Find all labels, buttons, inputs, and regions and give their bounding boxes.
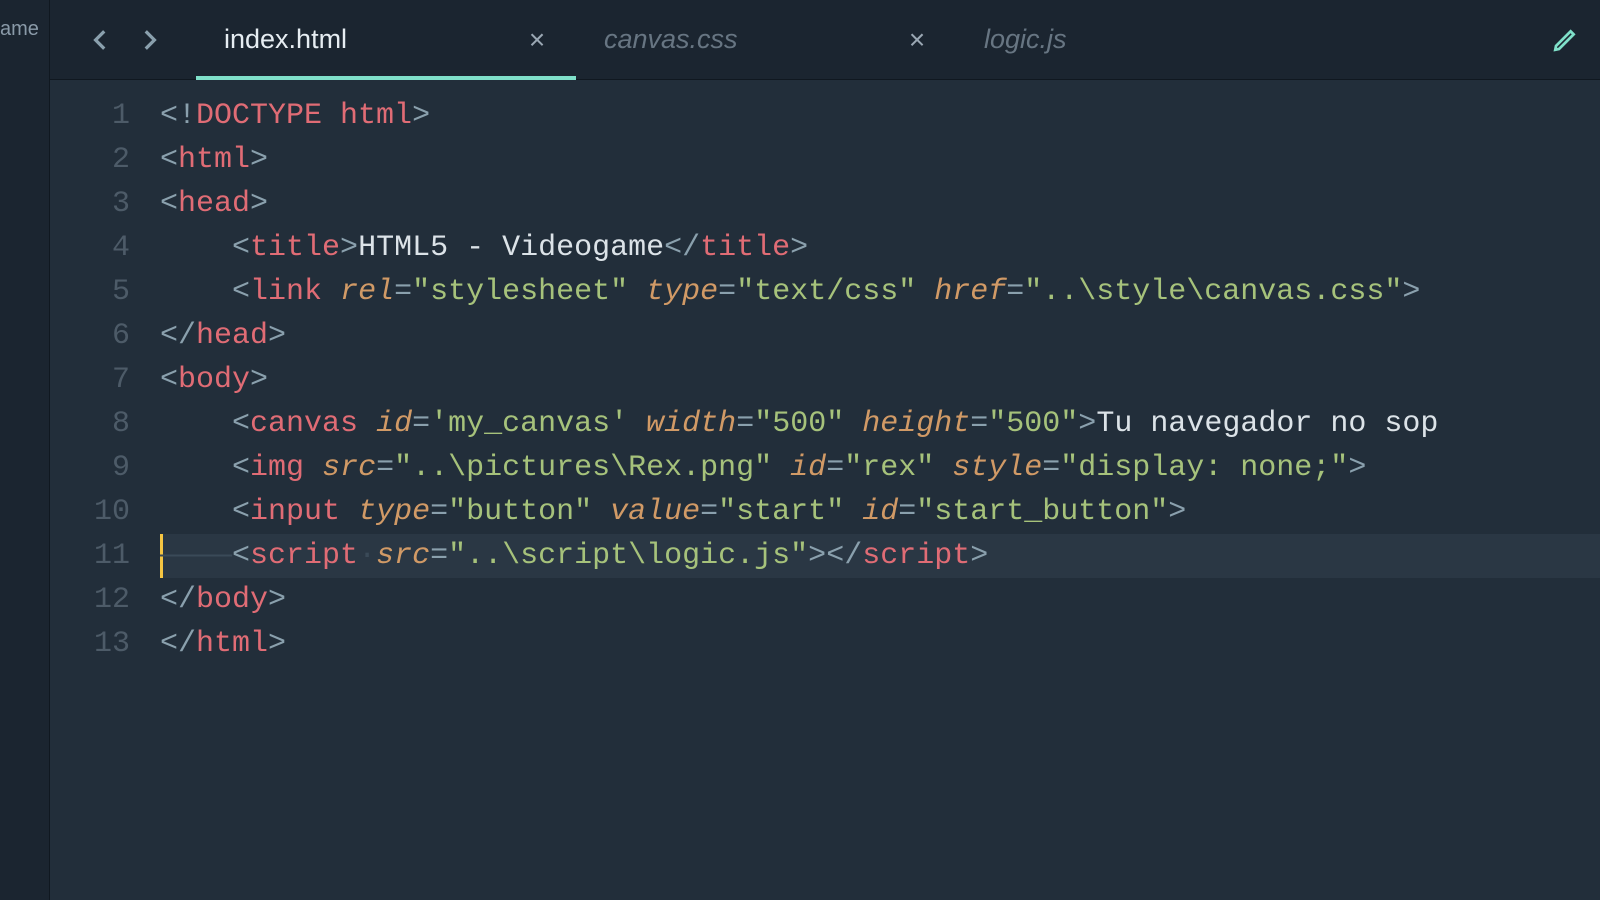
tab-label: logic.js [984,24,1308,55]
code-line[interactable]: <img src="..\pictures\Rex.png" id="rex" … [160,446,1600,490]
line-number-gutter: 12345678910111213 [50,94,160,900]
line-number: 5 [50,270,130,314]
line-number: 1 [50,94,130,138]
project-name-fragment: ame [0,18,49,41]
code-area[interactable]: <!DOCTYPE html><html><head> <title>HTML5… [160,94,1600,900]
tab-canvas-css[interactable]: canvas.css × [576,0,956,79]
tab-logic-js[interactable]: logic.js [956,0,1336,79]
line-number: 11 [50,534,130,578]
code-line[interactable]: </html> [160,622,1600,666]
main-column: index.html×canvas.css×logic.js 123456789… [50,0,1600,900]
edit-button[interactable] [1530,0,1600,79]
tab-bar: index.html × canvas.css × logic.js [50,0,1600,80]
chevron-left-icon [88,27,114,53]
nav-forward-button[interactable] [130,21,168,59]
line-number: 4 [50,226,130,270]
line-number: 13 [50,622,130,666]
app-root: ame index.html×canvas.css×logic.js 12345… [0,0,1600,900]
code-line[interactable]: <body> [160,358,1600,402]
chevron-right-icon [136,27,162,53]
pencil-icon [1552,27,1578,53]
code-editor[interactable]: 12345678910111213 <!DOCTYPE html><html><… [50,80,1600,900]
tab-close-button[interactable]: × [526,29,548,51]
sidebar[interactable]: ame [0,0,50,900]
line-number: 7 [50,358,130,402]
line-number: 9 [50,446,130,490]
tab-label: canvas.css [604,24,866,55]
code-line[interactable]: <link rel="stylesheet" type="text/css" h… [160,270,1600,314]
code-line[interactable]: <!DOCTYPE html> [160,94,1600,138]
line-number: 2 [50,138,130,182]
code-line[interactable]: <title>HTML5 - Videogame</title> [160,226,1600,270]
nav-back-button[interactable] [82,21,120,59]
code-line[interactable]: </head> [160,314,1600,358]
line-number: 8 [50,402,130,446]
code-line[interactable]: <canvas id='my_canvas' width="500" heigh… [160,402,1600,446]
line-number: 6 [50,314,130,358]
tab-index-html[interactable]: index.html × [196,0,576,79]
tab-label: index.html [224,24,486,55]
code-line[interactable]: ————<script·src="..\script\logic.js"></s… [160,534,1600,578]
code-line[interactable]: <html> [160,138,1600,182]
tabs-container: index.html × canvas.css × logic.js [196,0,1530,79]
code-line[interactable]: <head> [160,182,1600,226]
code-line[interactable]: <input type="button" value="start" id="s… [160,490,1600,534]
tab-nav [50,0,196,79]
code-line[interactable]: </body> [160,578,1600,622]
line-number: 3 [50,182,130,226]
tab-close-button[interactable]: × [906,29,928,51]
line-number: 12 [50,578,130,622]
line-number: 10 [50,490,130,534]
